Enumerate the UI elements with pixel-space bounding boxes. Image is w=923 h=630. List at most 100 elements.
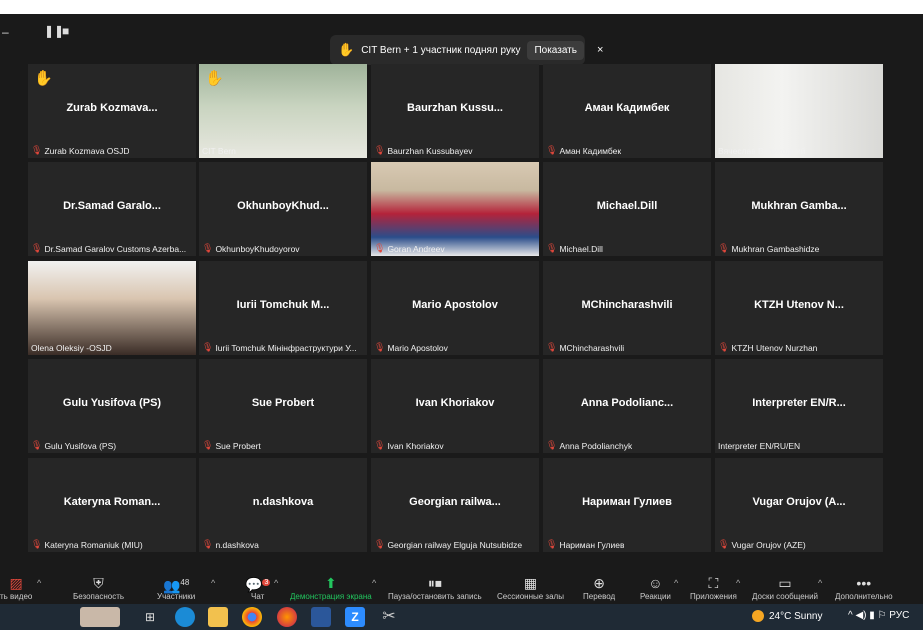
participant-tile[interactable]: 🎙 Goran Andreev: [371, 162, 539, 256]
participant-name: Dr.Samad Garalov Customs Azerba...: [44, 243, 187, 254]
participant-name-label: 🎙 Нариман Гулиев: [546, 539, 624, 550]
participant-tile[interactable]: Вячеслав Великодний: [715, 64, 883, 158]
participant-name: Olena Oleksiy -OSJD: [31, 343, 112, 353]
participant-video: [715, 64, 883, 158]
whiteboard-button[interactable]: ▭ Доски сообщений: [752, 574, 818, 601]
file-explorer-icon[interactable]: [208, 607, 228, 627]
task-view-icon[interactable]: ⊞: [140, 607, 160, 627]
participant-tile[interactable]: KTZH Utenov N... 🎙 KTZH Utenov Nurzhan: [715, 261, 883, 355]
participant-tile[interactable]: Interpreter EN/R... Interpreter EN/RU/EN: [715, 359, 883, 453]
participant-display-name: Kateryna Roman...: [63, 496, 161, 508]
participant-name: Baurzhan Kussubayev: [387, 145, 473, 156]
participant-name-label: 🎙 Mario Apostolov: [374, 342, 448, 353]
participant-tile[interactable]: Ivan Khoriakov 🎙 Ivan Khoriakov: [371, 359, 539, 453]
participant-name: Gulu Yusifova (PS): [44, 440, 117, 451]
ellipsis-icon: •••: [856, 575, 872, 591]
raised-hand-icon: ✋: [34, 70, 53, 87]
reaction-icon: ☺: [648, 575, 663, 591]
snipping-tool-icon[interactable]: ✂: [379, 607, 399, 627]
participant-display-name: OkhunboyKhud...: [237, 200, 329, 212]
participants-button[interactable]: 👥48 Участники: [157, 574, 195, 601]
pause-stop-record-icon: ⏸⏹: [427, 575, 442, 591]
chrome-icon[interactable]: [242, 607, 262, 627]
participant-tile[interactable]: Baurzhan Kussu... 🎙 Baurzhan Kussubayev: [371, 64, 539, 158]
participant-tile[interactable]: Olena Oleksiy -OSJD: [28, 261, 196, 355]
search-thumbnail-icon[interactable]: [80, 607, 120, 627]
participant-name-label: 🎙 OkhunboyKhudoyorov: [202, 243, 300, 254]
muted-mic-icon: 🎙: [718, 243, 730, 253]
chat-button[interactable]: 💬 3 Чат: [245, 574, 271, 601]
participant-tile[interactable]: Vugar Orujov (A... 🎙 Vugar Orujov (AZE): [715, 458, 883, 552]
breakout-rooms-button[interactable]: ▦ Сессионные залы: [497, 574, 564, 601]
record-button[interactable]: ⏸⏹ Пауза/остановить запись: [388, 574, 482, 601]
participant-tile[interactable]: Mario Apostolov 🎙 Mario Apostolov: [371, 261, 539, 355]
participant-tile[interactable]: Georgian railwa... 🎙 Georgian railway Elgu…: [371, 458, 539, 552]
participant-tile[interactable]: Нариман Гулиев 🎙 Нариман Гулиев: [543, 458, 711, 552]
participant-name-label: 🎙 Dr.Samad Garalov Customs Azerba...: [31, 243, 186, 254]
participant-name: Sue Probert: [215, 440, 261, 451]
participant-display-name: Gulu Yusifova (PS): [62, 397, 162, 409]
participant-name: CIT Bern: [202, 146, 236, 156]
participant-name-label: 🎙 Gulu Yusifova (PS): [31, 440, 116, 451]
participant-tile[interactable]: Anna Podolianc... 🎙 Anna Podolianchyk: [543, 359, 711, 453]
apps-icon: ⛶: [708, 575, 719, 591]
participant-tile[interactable]: Sue Probert 🎙 Sue Probert: [199, 359, 367, 453]
weather-widget[interactable]: 24°C Sunny: [752, 610, 822, 622]
translate-button[interactable]: ⊕ Перевод: [583, 574, 615, 601]
muted-mic-icon: 🎙: [374, 440, 386, 450]
language-indicator[interactable]: РУС: [889, 610, 909, 621]
participant-tile[interactable]: Michael.Dill 🎙 Michael.Dill: [543, 162, 711, 256]
video-button[interactable]: ▨ ть видео: [0, 574, 32, 601]
zoom-icon[interactable]: Z: [345, 607, 365, 627]
share-caret[interactable]: ^: [372, 578, 376, 588]
participant-tile[interactable]: MChincharashvili 🎙 MChincharashvili: [543, 261, 711, 355]
participant-tile[interactable]: n.dashkova 🎙 n.dashkova: [199, 458, 367, 552]
participant-tile[interactable]: ✋ CIT Bern: [199, 64, 367, 158]
participants-caret[interactable]: ^: [211, 578, 215, 588]
muted-mic-icon: 🎙: [202, 243, 214, 253]
show-button[interactable]: Показать: [527, 40, 584, 60]
tray-icons[interactable]: ^ ◀) ▮ ⚐: [848, 610, 889, 621]
participant-name: n.dashkova: [215, 539, 259, 550]
muted-mic-icon: 🎙: [546, 243, 558, 253]
participant-tile[interactable]: OkhunboyKhud... 🎙 OkhunboyKhudoyorov: [199, 162, 367, 256]
muted-mic-icon: 🎙: [546, 145, 558, 155]
participant-display-name: n.dashkova: [252, 496, 314, 508]
participant-display-name: Аман Кадимбек: [584, 102, 670, 114]
word-icon[interactable]: [311, 607, 331, 627]
participant-name: Нариман Гулиев: [559, 539, 625, 550]
reactions-button[interactable]: ☺ Реакции: [640, 574, 671, 601]
participant-name-label: 🎙 Аман Кадимбек: [546, 145, 621, 156]
stop-icon[interactable]: ■: [62, 24, 69, 38]
system-tray: ^ ◀) ▮ ⚐ РУС: [848, 610, 909, 621]
participant-tile[interactable]: Gulu Yusifova (PS) 🎙 Gulu Yusifova (PS): [28, 359, 196, 453]
participant-name: Ivan Khoriakov: [387, 440, 444, 451]
participant-display-name: Ivan Khoriakov: [415, 397, 495, 409]
participant-tile[interactable]: Mukhran Gamba... 🎙 Mukhran Gambashidze: [715, 162, 883, 256]
participant-tile[interactable]: Zurab Kozmava... ✋ 🎙 Zurab Kozmava OSJD: [28, 64, 196, 158]
chat-caret[interactable]: ^: [274, 578, 278, 588]
video-caret[interactable]: ^: [37, 578, 41, 588]
share-screen-button[interactable]: ⬆ Демонстрация экрана: [290, 574, 372, 601]
participant-tile[interactable]: Iurii Tomchuk M... 🎙 Iurii Tomchuk Мінінфр…: [199, 261, 367, 355]
participant-tile[interactable]: Аман Кадимбек 🎙 Аман Кадимбек: [543, 64, 711, 158]
security-button[interactable]: ⛨ Безопасность: [73, 574, 124, 601]
participant-tile[interactable]: Kateryna Roman... 🎙 Kateryna Romaniuk (MIU…: [28, 458, 196, 552]
participant-name: Iurii Tomchuk Мінінфраструктури У...: [215, 342, 357, 353]
muted-mic-icon: 🎙: [546, 539, 558, 549]
participant-tile[interactable]: Dr.Samad Garalo... 🎙 Dr.Samad Garalov Cust…: [28, 162, 196, 256]
minimize-icon[interactable]: –: [2, 25, 9, 39]
whiteboard-caret[interactable]: ^: [818, 578, 822, 588]
muted-mic-icon: 🎙: [202, 342, 214, 352]
firefox-icon[interactable]: [277, 607, 297, 627]
participant-video: [371, 162, 539, 256]
participant-name-label: 🎙 Zurab Kozmava OSJD: [31, 145, 129, 156]
muted-mic-icon: 🎙: [202, 440, 214, 450]
apps-caret[interactable]: ^: [736, 578, 740, 588]
more-button[interactable]: ••• Дополнительно: [835, 574, 893, 601]
apps-button[interactable]: ⛶ Приложения: [690, 574, 737, 601]
reactions-caret[interactable]: ^: [674, 578, 678, 588]
close-icon[interactable]: ×: [597, 44, 603, 56]
muted-mic-icon: 🎙: [374, 342, 386, 352]
edge-icon[interactable]: [175, 607, 195, 627]
